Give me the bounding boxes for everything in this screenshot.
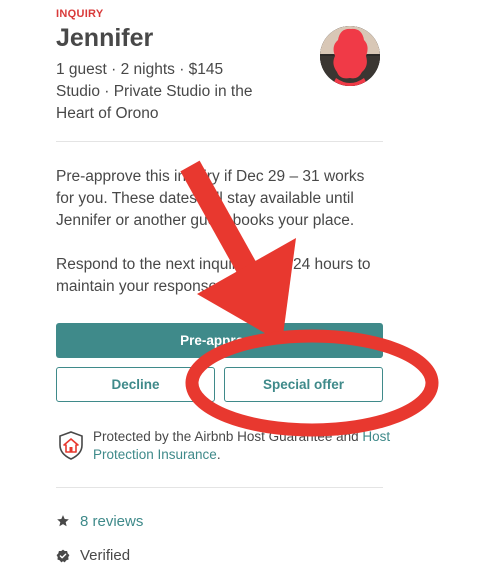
listing-name-line2: Heart of Orono — [56, 105, 159, 122]
host-protection-suffix: . — [216, 447, 221, 462]
inquiry-panel: INQUIRY Jennifer 1 guest · 2 nights · $1… — [0, 0, 489, 571]
listing-name-line1: Studio · Private Studio in the — [56, 83, 253, 100]
host-protection-note: Protected by the Airbnb Host Guarantee a… — [93, 428, 393, 464]
shield-house-icon — [59, 431, 83, 460]
section-divider — [56, 141, 383, 142]
section-divider-bottom — [56, 487, 383, 488]
avatar[interactable] — [320, 26, 380, 86]
star-icon — [57, 515, 69, 527]
special-offer-button[interactable]: Special offer — [224, 367, 383, 402]
verified-badge-icon — [56, 549, 70, 563]
decline-button[interactable]: Decline — [56, 367, 215, 402]
preapprove-instructions: Pre-approve this inquiry if Dec 29 – 31 … — [56, 168, 365, 229]
reviews-link[interactable]: 8 reviews — [80, 513, 143, 530]
trip-details: 1 guest · 2 nights · $145 Studio · Priva… — [56, 59, 316, 125]
avatar-image — [320, 26, 380, 86]
inquiry-status-label: INQUIRY — [56, 8, 104, 20]
preapprove-button[interactable]: Pre-approve — [56, 323, 383, 358]
verified-label: Verified — [80, 547, 131, 564]
inquiry-message: Pre-approve this inquiry if Dec 29 – 31 … — [56, 166, 386, 320]
response-rate-note: Respond to the next inquiry within 24 ho… — [56, 256, 371, 295]
guest-name: Jennifer — [56, 24, 154, 52]
host-guarantee-text: Protected by the Airbnb Host Guarantee a… — [93, 429, 363, 444]
trip-summary: 1 guest · 2 nights · $145 — [56, 61, 224, 78]
